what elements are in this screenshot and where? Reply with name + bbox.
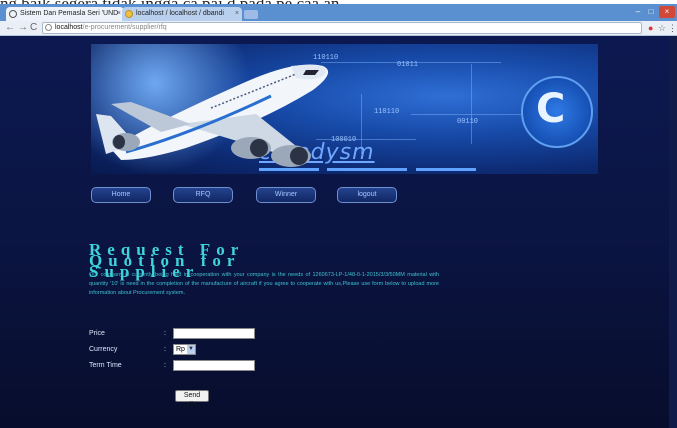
url-path: /e-procurement/supplier/rfq [82,24,167,31]
back-arrow-icon[interactable]: ← [5,22,15,34]
page-info-icon [45,24,52,31]
tab-label: Sistem Dan Pemasla Seri 'UND [20,10,119,17]
close-icon[interactable]: × [235,7,239,21]
nav-home[interactable]: Home [91,187,151,203]
term-time-label: Term Time [89,362,122,369]
term-time-colon: : [164,362,166,369]
price-label: Price [89,330,105,337]
address-bar[interactable]: localhost/e-procurement/supplier/rfq [42,22,642,34]
banner-bar [416,168,476,171]
send-offer-button[interactable]: Send offer [175,390,209,409]
tab-bar: Sistem Dan Pemasla Seri 'UND × localhost… [0,4,677,21]
page-favicon-icon [9,10,17,18]
close-icon[interactable]: × [117,7,121,21]
term-time-input[interactable] [173,360,255,371]
logo-letter: C [536,86,566,132]
currency-value: Rp [176,346,185,353]
tab-active[interactable]: Sistem Dan Pemasla Seri 'UND × [6,7,124,21]
price-colon: : [164,330,166,337]
company-logo: C [521,76,593,148]
currency-select[interactable]: Rp ▼ [173,344,196,355]
minimize-icon[interactable]: – [632,6,644,18]
window-close-icon[interactable]: × [659,6,675,18]
binary-code: 110110 [374,108,400,116]
browser-toolbar: ← → C localhost/e-procurement/supplier/r… [0,21,677,36]
nav-rfq[interactable]: RFQ [173,187,233,203]
folder-favicon-icon [125,10,133,18]
tab-inactive[interactable]: localhost / localhost / dbandi × [122,7,242,21]
chevron-down-icon: ▼ [187,345,195,354]
bookmark-star-icon[interactable]: ☆ [658,23,666,34]
reload-icon[interactable]: C [30,22,37,34]
wrench-menu-icon[interactable]: ⋮ [668,23,677,34]
main-nav: Home RFQ Winner logout [91,187,591,207]
browser-window: Sistem Dan Pemasla Seri 'UND × localhost… [0,4,677,428]
tab-label: localhost / localhost / dbandi [136,10,224,17]
extension-icon[interactable]: ● [648,23,653,34]
forward-arrow-icon[interactable]: → [18,22,28,34]
airplane-image [96,64,329,167]
price-input[interactable] [173,328,255,339]
nav-winner[interactable]: Winner [256,187,316,203]
currency-colon: : [164,346,166,353]
binary-code: 01011 [397,61,419,69]
url-host: localhost [55,24,83,31]
currency-label: Currency [89,346,118,353]
page-description: Our company is currently being held in c… [89,272,439,296]
header-banner: 110110 01011 110110 00110 100010 C catad… [91,44,598,174]
maximize-icon[interactable]: □ [645,6,657,18]
nav-logout[interactable]: logout [337,187,397,203]
binary-code: 00110 [457,118,479,126]
new-tab-button[interactable] [244,10,258,19]
page-content: 110110 01011 110110 00110 100010 C catad… [0,36,677,428]
